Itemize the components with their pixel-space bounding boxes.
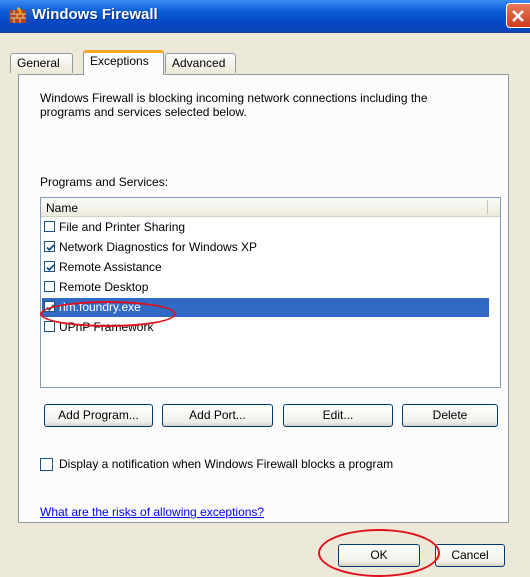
programs-list[interactable]: Name File and Printer Sharing Network Dia… <box>40 197 501 388</box>
cancel-button[interactable]: Cancel <box>435 544 505 567</box>
close-button[interactable] <box>506 3 530 28</box>
ok-button[interactable]: OK <box>338 544 420 567</box>
item-label[interactable]: rlm.foundry.exe <box>59 300 141 314</box>
edit-button[interactable]: Edit... <box>283 404 393 427</box>
list-header[interactable]: Name <box>41 198 500 217</box>
item-label[interactable]: Remote Assistance <box>59 260 162 274</box>
delete-button[interactable]: Delete <box>402 404 498 427</box>
column-separator[interactable] <box>487 200 488 214</box>
item-checkbox[interactable] <box>44 281 55 292</box>
item-label[interactable]: Network Diagnostics for Windows XP <box>59 240 257 254</box>
list-item[interactable]: Network Diagnostics for Windows XP <box>42 238 489 257</box>
item-label[interactable]: Remote Desktop <box>59 280 148 294</box>
list-item[interactable]: File and Printer Sharing <box>42 218 489 237</box>
item-checkbox[interactable] <box>44 301 55 312</box>
tab-general[interactable]: General <box>10 53 73 73</box>
risks-link[interactable]: What are the risks of allowing exception… <box>40 505 264 519</box>
add-program-button[interactable]: Add Program... <box>44 404 153 427</box>
add-port-button[interactable]: Add Port... <box>162 404 273 427</box>
programs-services-label: Programs and Services: <box>40 175 169 189</box>
list-item[interactable]: rlm.foundry.exe <box>42 298 489 317</box>
tab-exceptions[interactable]: Exceptions <box>83 50 164 75</box>
item-label[interactable]: UPnP Framework <box>59 320 153 334</box>
notify-checkbox[interactable] <box>40 458 53 471</box>
windows-firewall-dialog: Windows Firewall General Exceptions Adva… <box>0 0 530 577</box>
window-title: Windows Firewall <box>32 6 158 23</box>
list-item[interactable]: Remote Desktop <box>42 278 489 297</box>
item-checkbox[interactable] <box>44 221 55 232</box>
firewall-icon <box>9 7 27 24</box>
item-checkbox[interactable] <box>44 321 55 332</box>
list-item[interactable]: Remote Assistance <box>42 258 489 277</box>
description-text: Windows Firewall is blocking incoming ne… <box>40 91 428 119</box>
name-column-header[interactable]: Name <box>46 201 78 215</box>
title-bar[interactable]: Windows Firewall <box>0 0 530 33</box>
list-item[interactable]: UPnP Framework <box>42 318 489 337</box>
item-checkbox[interactable] <box>44 241 55 252</box>
item-checkbox[interactable] <box>44 261 55 272</box>
tab-advanced[interactable]: Advanced <box>165 53 236 73</box>
notify-label[interactable]: Display a notification when Windows Fire… <box>59 457 393 471</box>
item-label[interactable]: File and Printer Sharing <box>59 220 185 234</box>
